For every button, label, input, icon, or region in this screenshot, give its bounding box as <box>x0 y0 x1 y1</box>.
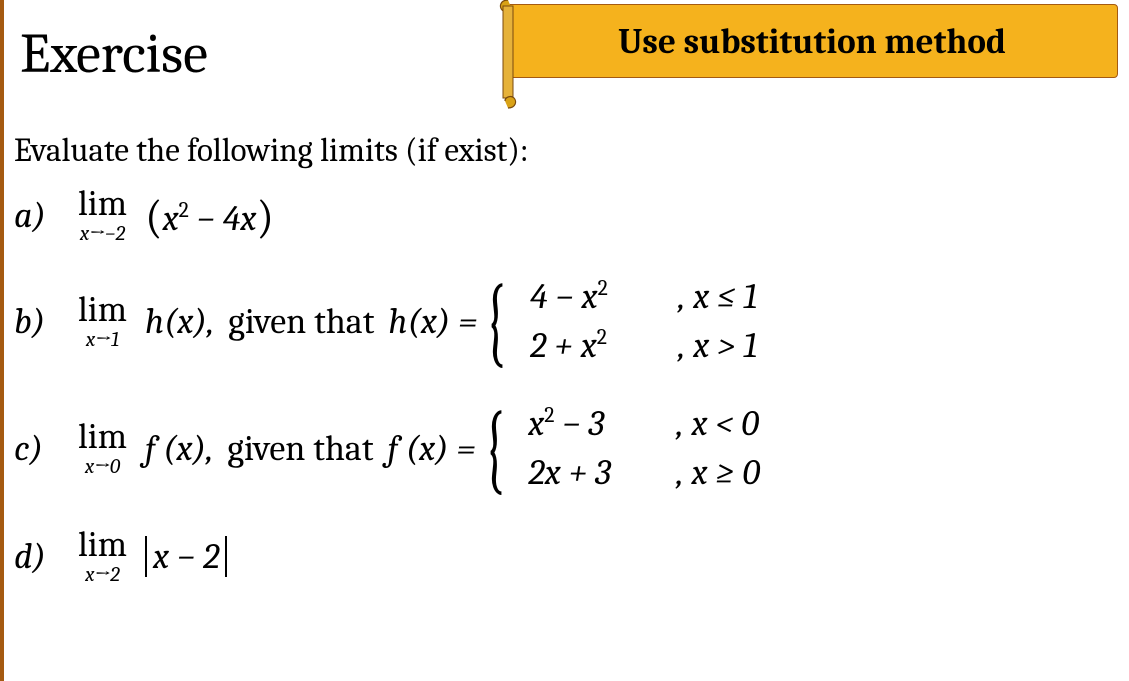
case-b-1-lhs: 4 − x2 <box>530 273 670 322</box>
expr-body: x2 − 4x <box>163 198 257 239</box>
lim-sub: x→1 <box>86 330 119 351</box>
case-c-2-cond: , x ≥ 0 <box>676 449 760 498</box>
case-b-2-cond: , x > 1 <box>678 322 757 371</box>
case-c-1-lhs: x2 − 3 <box>528 400 668 449</box>
lim-word: lim <box>78 527 127 563</box>
cases-b: 4 − x2 , x ≤ 1 2 + x2 , x > 1 <box>530 273 757 370</box>
problem-c-label: c) <box>14 428 60 469</box>
case-c-2-lhs: 2x + 3 <box>528 449 668 498</box>
limit-b: lim x→1 <box>78 292 127 351</box>
expr-c: f (x), <box>145 428 213 469</box>
piecewise-c: { x2 − 3 , x < 0 2x + 3 , x ≥ 0 <box>484 400 761 497</box>
case-b-1: 4 − x2 , x ≤ 1 <box>530 273 757 322</box>
lim-word: lim <box>78 186 127 222</box>
fn-def-c: f (x) = <box>388 428 484 469</box>
case-b-2: 2 + x2 , x > 1 <box>530 322 757 371</box>
lim-word: lim <box>78 292 127 328</box>
lim-sub: x→2 <box>85 565 120 586</box>
problem-b-label: b) <box>14 301 60 342</box>
hint-banner: Use substitution method <box>506 4 1118 78</box>
lim-sub: x→−2 <box>80 224 125 245</box>
limit-d: lim x→2 <box>78 527 127 586</box>
piecewise-b: { 4 − x2 , x ≤ 1 2 + x2 , x > 1 <box>485 273 757 370</box>
slide: Exercise Use substitution method Evaluat… <box>0 0 1129 681</box>
abs-expr: x − 2 <box>145 536 227 577</box>
problem-a: a) lim x→−2 (x2 − 4x) <box>14 186 1114 245</box>
given-text-c: given that <box>227 428 373 469</box>
page-title: Exercise <box>20 22 208 86</box>
case-c-2: 2x + 3 , x ≥ 0 <box>528 449 760 498</box>
case-b-2-lhs: 2 + x2 <box>530 322 670 371</box>
limit-a: lim x→−2 <box>78 186 127 245</box>
scroll-decoration <box>497 0 519 112</box>
problem-list: a) lim x→−2 (x2 − 4x) b) lim x→1 h(x), g… <box>14 186 1114 614</box>
given-text-b: given that <box>228 301 374 342</box>
lim-word: lim <box>78 419 127 455</box>
hint-banner-text: Use substitution method <box>618 21 1006 62</box>
limit-c: lim x→0 <box>78 419 127 478</box>
close-paren: ) <box>256 191 274 244</box>
intro-text: Evaluate the following limits (if exist)… <box>14 132 529 170</box>
problem-b: b) lim x→1 h(x), given that h(x) = { 4 −… <box>14 273 1114 370</box>
cases-c: x2 − 3 , x < 0 2x + 3 , x ≥ 0 <box>528 400 760 497</box>
brace-icon: { <box>484 409 505 489</box>
problem-a-label: a) <box>14 195 60 236</box>
brace-icon: { <box>485 282 506 362</box>
case-c-1-cond: , x < 0 <box>676 400 759 449</box>
case-b-1-cond: , x ≤ 1 <box>678 273 757 322</box>
lim-sub: x→0 <box>85 457 120 478</box>
problem-c: c) lim x→0 f (x), given that f (x) = { x… <box>14 400 1114 497</box>
fn-def-b: h(x) = <box>388 301 485 342</box>
case-c-1: x2 − 3 , x < 0 <box>528 400 760 449</box>
expr-a: (x2 − 4x) <box>145 189 274 242</box>
problem-d-label: d) <box>14 536 60 577</box>
open-paren: ( <box>145 191 163 244</box>
expr-d: x − 2 <box>145 536 227 577</box>
expr-b: h(x), <box>145 301 214 342</box>
problem-d: d) lim x→2 x − 2 <box>14 527 1114 586</box>
